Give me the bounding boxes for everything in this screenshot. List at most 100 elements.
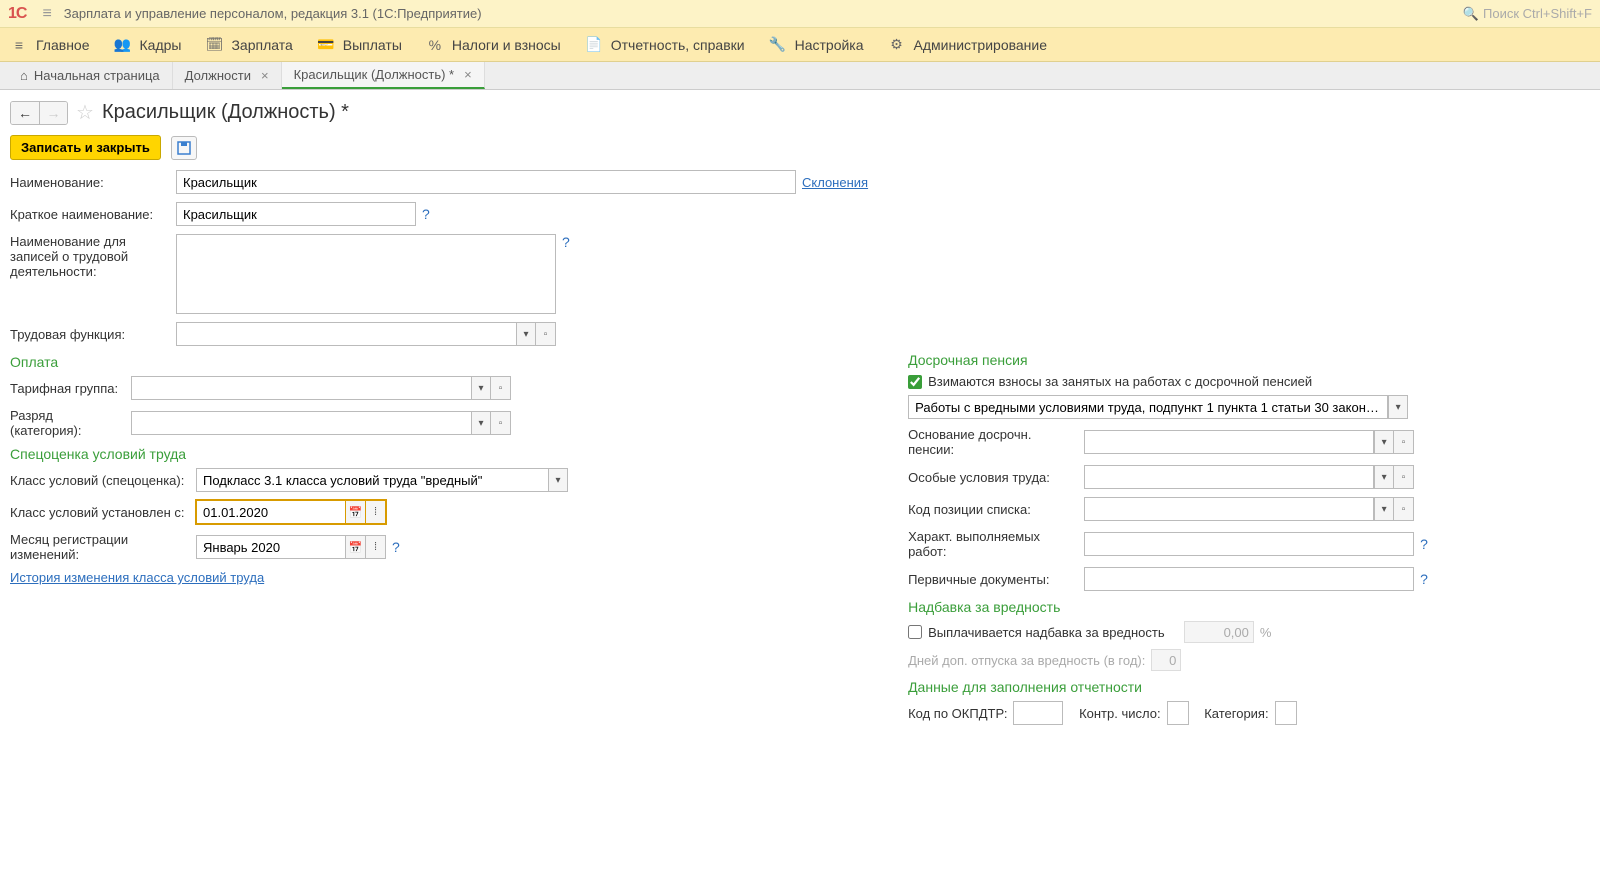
gear-icon: ⚙	[888, 36, 906, 54]
nav-main[interactable]: ≡ Главное	[10, 36, 90, 54]
work-char-label: Характ. выполняемых работ:	[908, 529, 1078, 559]
nav-reports-label: Отчетность, справки	[611, 37, 745, 53]
special-label: Особые условия труда:	[908, 470, 1078, 485]
help-icon[interactable]: ?	[1420, 571, 1428, 587]
class-date-label: Класс условий установлен с:	[10, 505, 190, 520]
tab-positions-label: Должности	[185, 68, 251, 83]
spinner-icon[interactable]: ⁞	[366, 535, 386, 559]
okpdtr-label: Код по ОКПДТР:	[908, 706, 1007, 721]
reg-month-input[interactable]: 📅 ⁞	[196, 535, 386, 559]
nav-salary-label: Зарплата	[231, 37, 292, 53]
open-icon[interactable]: ▫	[491, 411, 511, 435]
calendar-icon[interactable]: 📅	[346, 500, 366, 524]
name-input[interactable]	[176, 170, 796, 194]
open-icon[interactable]: ▫	[1394, 497, 1414, 521]
dropdown-icon[interactable]: ▾	[1388, 395, 1408, 419]
open-icon[interactable]: ▫	[491, 376, 511, 400]
menu-lines-icon: ≡	[10, 36, 28, 54]
search-placeholder: Поиск Ctrl+Shift+F	[1483, 6, 1592, 21]
nav-buttons: ← →	[10, 101, 68, 125]
menu-icon[interactable]: ≡	[42, 5, 51, 23]
dropdown-icon[interactable]: ▾	[1374, 497, 1394, 521]
help-icon[interactable]: ?	[422, 206, 430, 222]
favorite-icon[interactable]: ☆	[76, 100, 94, 125]
declensions-link[interactable]: Склонения	[802, 175, 868, 190]
help-icon[interactable]: ?	[562, 234, 570, 250]
form-body: Наименование: Склонения Краткое наименов…	[0, 170, 1600, 733]
bonus-checkbox[interactable]	[908, 625, 922, 639]
docs-label: Первичные документы:	[908, 572, 1078, 587]
calendar-icon[interactable]: 📅	[346, 535, 366, 559]
close-icon[interactable]: ×	[261, 68, 269, 83]
nav-payments[interactable]: 💳 Выплаты	[317, 36, 402, 54]
func-label: Трудовая функция:	[10, 327, 170, 342]
bonus-section-title: Надбавка за вредность	[908, 599, 1448, 615]
save-button[interactable]	[171, 136, 197, 160]
docs-input[interactable]	[1084, 567, 1414, 591]
help-icon[interactable]: ?	[392, 539, 400, 555]
logo-icon: 1C	[8, 5, 26, 23]
forward-button[interactable]: →	[39, 102, 67, 124]
tariff-label: Тарифная группа:	[10, 381, 125, 396]
document-icon: 📄	[585, 36, 603, 54]
code-combo[interactable]: ▾ ▫	[1084, 497, 1414, 521]
okpdtr-input[interactable]	[1013, 701, 1063, 725]
tabs-bar: ⌂ Начальная страница Должности × Красиль…	[0, 62, 1600, 90]
func-combo[interactable]: ▾ ▫	[176, 322, 556, 346]
close-icon[interactable]: ×	[464, 67, 472, 82]
nav-taxes[interactable]: % Налоги и взносы	[426, 36, 561, 54]
dropdown-icon[interactable]: ▾	[1374, 465, 1394, 489]
percent-icon: %	[426, 36, 444, 54]
nav-hr[interactable]: 👥 Кадры	[114, 36, 182, 54]
page-toolbar: ← → ☆ Красильщик (Должность) *	[0, 90, 1600, 131]
spinner-icon[interactable]: ⁞	[366, 500, 386, 524]
special-combo[interactable]: ▾ ▫	[1084, 465, 1414, 489]
save-close-button[interactable]: Записать и закрыть	[10, 135, 161, 160]
tab-home-label: Начальная страница	[34, 68, 160, 83]
nav-taxes-label: Налоги и взносы	[452, 37, 561, 53]
pension-type-combo[interactable]: ▾	[908, 395, 1408, 419]
dropdown-icon[interactable]: ▾	[1374, 430, 1394, 454]
category-input[interactable]	[1275, 701, 1297, 725]
tab-current[interactable]: Красильщик (Должность) * ×	[282, 62, 485, 89]
dropdown-icon[interactable]: ▾	[548, 468, 568, 492]
nav-settings[interactable]: 🔧 Настройка	[769, 36, 864, 54]
search-box[interactable]: 🔍 Поиск Ctrl+Shift+F	[1463, 6, 1592, 22]
nav-hr-label: Кадры	[140, 37, 182, 53]
short-name-label: Краткое наименование:	[10, 207, 170, 222]
class-combo[interactable]: ▾	[196, 468, 568, 492]
nav-reports[interactable]: 📄 Отчетность, справки	[585, 36, 745, 54]
basis-combo[interactable]: ▾ ▫	[1084, 430, 1414, 454]
report-section-title: Данные для заполнения отчетности	[908, 679, 1448, 695]
class-date-input[interactable]: 📅 ⁞	[196, 500, 386, 524]
rank-combo[interactable]: ▾ ▫	[131, 411, 511, 435]
dropdown-icon[interactable]: ▾	[471, 376, 491, 400]
page-title: Красильщик (Должность) *	[102, 101, 349, 124]
dropdown-icon[interactable]: ▾	[516, 322, 536, 346]
pension-checkbox[interactable]	[908, 375, 922, 389]
open-icon[interactable]: ▫	[1394, 465, 1414, 489]
help-icon[interactable]: ?	[1420, 536, 1428, 552]
tariff-combo[interactable]: ▾ ▫	[131, 376, 511, 400]
open-icon[interactable]: ▫	[1394, 430, 1414, 454]
nav-admin[interactable]: ⚙ Администрирование	[888, 36, 1048, 54]
records-textarea[interactable]	[176, 234, 556, 314]
work-char-input[interactable]	[1084, 532, 1414, 556]
basis-label: Основание досрочн. пенсии:	[908, 427, 1078, 457]
nav-salary[interactable]: 🗓 Зарплата	[205, 36, 292, 54]
control-input[interactable]	[1167, 701, 1189, 725]
open-icon[interactable]: ▫	[536, 322, 556, 346]
spec-section-title: Спецоценка условий труда	[10, 446, 868, 462]
tab-positions[interactable]: Должности ×	[173, 62, 282, 89]
reg-month-label: Месяц регистрации изменений:	[10, 532, 190, 562]
tab-current-label: Красильщик (Должность) *	[294, 67, 455, 82]
wrench-icon: 🔧	[769, 36, 787, 54]
history-link[interactable]: История изменения класса условий труда	[10, 570, 264, 585]
tab-home[interactable]: ⌂ Начальная страница	[8, 62, 173, 89]
rank-label: Разряд (категория):	[10, 408, 125, 438]
back-button[interactable]: ←	[11, 102, 39, 124]
short-name-input[interactable]	[176, 202, 416, 226]
payment-section-title: Оплата	[10, 354, 868, 370]
dropdown-icon[interactable]: ▾	[471, 411, 491, 435]
extra-days-label: Дней доп. отпуска за вредность (в год):	[908, 653, 1145, 668]
